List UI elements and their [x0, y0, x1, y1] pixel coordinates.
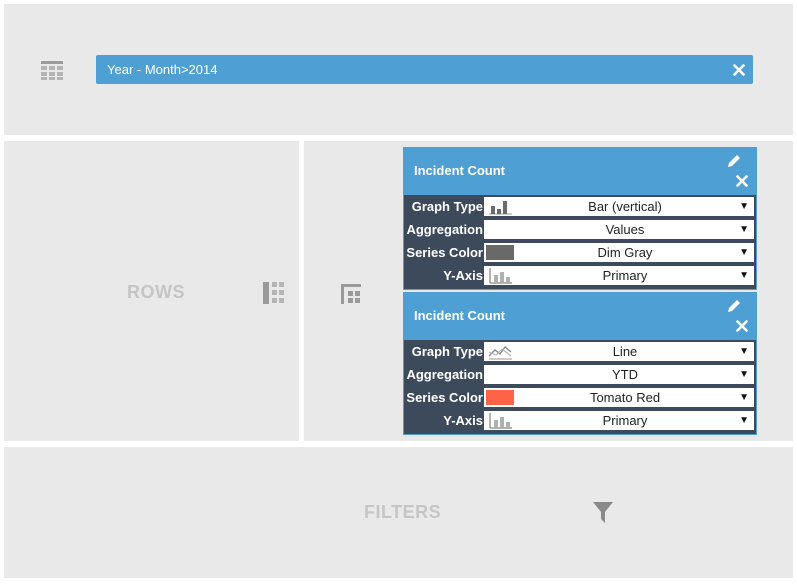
graph-type-row: Graph Type Bar (vertical) ▼ — [404, 196, 756, 217]
chevron-down-icon: ▼ — [739, 346, 749, 357]
y-axis-label: Y-Axis — [443, 413, 483, 428]
axis-icon — [486, 411, 514, 430]
graph-type-label: Graph Type — [411, 199, 483, 214]
series-color-label: Series Color — [406, 390, 483, 405]
rows-drop-zone[interactable]: ROWS — [4, 141, 299, 441]
aggregation-label: Aggregation — [406, 367, 483, 382]
y-axis-row: Y-Axis Primary ▼ — [404, 410, 756, 431]
graph-type-row: Graph Type Line ▼ — [404, 341, 756, 362]
series-title: Incident Count — [414, 163, 505, 178]
filters-drop-zone[interactable]: FILTERS — [4, 447, 793, 578]
columns-drop-zone[interactable]: Year - Month>2014 — [4, 4, 793, 135]
series-color-select[interactable]: Tomato Red ▼ — [484, 388, 754, 407]
color-swatch — [486, 245, 514, 260]
graph-type-value: Bar (vertical) — [588, 199, 662, 214]
y-axis-row: Y-Axis Primary ▼ — [404, 265, 756, 286]
graph-type-value: Line — [612, 344, 638, 359]
chevron-down-icon: ▼ — [739, 270, 749, 281]
close-icon[interactable] — [736, 174, 748, 192]
y-axis-label: Y-Axis — [443, 268, 483, 283]
y-axis-select[interactable]: Primary ▼ — [484, 266, 754, 285]
graph-type-select[interactable]: Bar (vertical) ▼ — [484, 197, 754, 216]
aggregation-row: Aggregation Values ▼ — [404, 219, 756, 240]
line-chart-icon — [486, 342, 514, 361]
series-color-value: Dim Gray — [597, 245, 653, 260]
y-axis-value: Primary — [602, 268, 648, 283]
chevron-down-icon: ▼ — [739, 247, 749, 258]
series-color-value: Tomato Red — [589, 390, 661, 405]
rows-icon — [263, 282, 285, 309]
series-color-select[interactable]: Dim Gray ▼ — [484, 243, 754, 262]
funnel-icon — [593, 502, 613, 529]
table-columns-icon — [41, 61, 63, 85]
pencil-icon[interactable] — [726, 153, 742, 174]
field-pill-label: Year - Month>2014 — [107, 62, 218, 77]
series-color-row: Series Color Tomato Red ▼ — [404, 387, 756, 408]
series-color-label: Series Color — [406, 245, 483, 260]
rows-label: ROWS — [127, 282, 185, 302]
aggregation-select[interactable]: Values ▼ — [484, 220, 754, 239]
series-card-header: Incident Count — [404, 293, 756, 340]
series-title: Incident Count — [414, 308, 505, 323]
aggregation-select[interactable]: YTD ▼ — [484, 365, 754, 384]
close-icon[interactable] — [733, 63, 745, 81]
axis-icon — [486, 266, 514, 285]
graph-type-label: Graph Type — [411, 344, 483, 359]
graph-type-select[interactable]: Line ▼ — [484, 342, 754, 361]
color-swatch — [486, 390, 514, 405]
field-pill-year-month[interactable]: Year - Month>2014 — [96, 55, 753, 84]
chevron-down-icon: ▼ — [739, 369, 749, 380]
values-drop-zone[interactable]: Incident Count Graph Type Bar (vertical)… — [304, 141, 793, 441]
pencil-icon[interactable] — [726, 298, 742, 319]
aggregation-value: YTD — [612, 367, 638, 382]
bar-chart-icon — [486, 197, 514, 216]
series-card: Incident Count Graph Type — [403, 147, 757, 290]
aggregation-row: Aggregation YTD ▼ — [404, 364, 756, 385]
aggregation-label: Aggregation — [406, 222, 483, 237]
y-axis-value: Primary — [602, 413, 648, 428]
filters-label: FILTERS — [364, 502, 442, 522]
chevron-down-icon: ▼ — [739, 415, 749, 426]
close-icon[interactable] — [736, 319, 748, 337]
chevron-down-icon: ▼ — [739, 392, 749, 403]
chevron-down-icon: ▼ — [739, 224, 749, 235]
series-card: Incident Count Graph Type — [403, 292, 757, 435]
series-card-header: Incident Count — [404, 148, 756, 195]
series-color-row: Series Color Dim Gray ▼ — [404, 242, 756, 263]
y-axis-select[interactable]: Primary ▼ — [484, 411, 754, 430]
aggregation-value: Values — [605, 222, 645, 237]
chevron-down-icon: ▼ — [739, 201, 749, 212]
values-grid-icon — [341, 284, 363, 309]
